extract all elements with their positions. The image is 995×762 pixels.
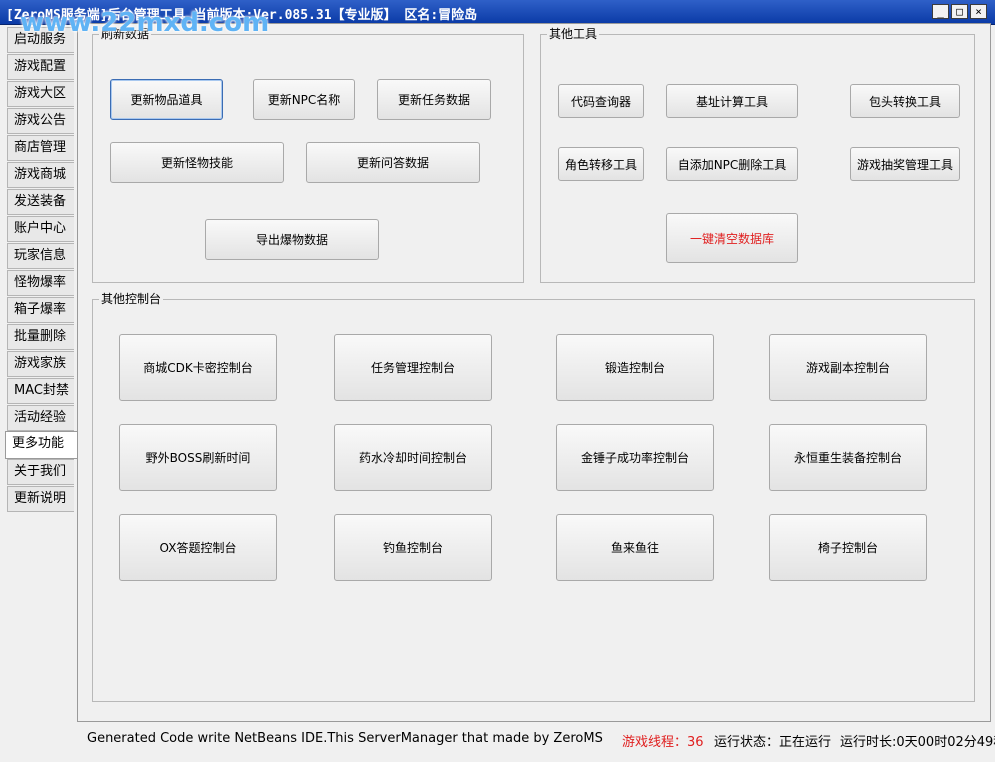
thread-count: 游戏线程：36	[622, 735, 704, 750]
consoles-group-label: 其他控制台	[99, 292, 164, 306]
tab-game-notice[interactable]: 游戏公告	[7, 108, 74, 134]
clear-database-button[interactable]: 一键清空数据库	[666, 213, 798, 263]
tab-mac-ban[interactable]: MAC封禁	[7, 378, 74, 404]
uptime: 运行时长:0天00时02分49秒	[840, 735, 995, 750]
watermark-logo: www.22mxd.com	[20, 8, 270, 38]
tab-game-mall[interactable]: 游戏商城	[7, 162, 74, 188]
cdk-console-button[interactable]: 商城CDK卡密控制台	[119, 334, 277, 401]
minimize-button[interactable]: _	[932, 4, 949, 19]
run-state: 运行状态：正在运行	[714, 735, 832, 750]
character-transfer-button[interactable]: 角色转移工具	[558, 147, 644, 181]
dungeon-console-button[interactable]: 游戏副本控制台	[769, 334, 927, 401]
tab-game-region[interactable]: 游戏大区	[7, 81, 74, 107]
chair-console-button[interactable]: 椅子控制台	[769, 514, 927, 581]
tab-more-features[interactable]: 更多功能	[5, 431, 77, 459]
fish-exchange-button[interactable]: 鱼来鱼往	[556, 514, 714, 581]
tab-account-center[interactable]: 账户中心	[7, 216, 74, 242]
custom-npc-delete-button[interactable]: 自添加NPC删除工具	[666, 147, 798, 181]
boss-refresh-button[interactable]: 野外BOSS刷新时间	[119, 424, 277, 491]
update-quest-data-button[interactable]: 更新任务数据	[377, 79, 491, 120]
tab-event-exp[interactable]: 活动经验	[7, 405, 74, 431]
packet-header-convert-button[interactable]: 包头转换工具	[850, 84, 960, 118]
generated-note: Generated Code write NetBeans IDE.This S…	[87, 731, 603, 746]
update-npc-names-button[interactable]: 更新NPC名称	[253, 79, 355, 120]
window-controls: _ □ ×	[932, 4, 987, 19]
tab-game-family[interactable]: 游戏家族	[7, 351, 74, 377]
tab-shop-manage[interactable]: 商店管理	[7, 135, 74, 161]
other-tools-group: 其他工具 代码查询器 基址计算工具 包头转换工具 角色转移工具 自添加NPC删除…	[540, 27, 975, 283]
tab-game-config[interactable]: 游戏配置	[7, 54, 74, 80]
tab-box-drop[interactable]: 箱子爆率	[7, 297, 74, 323]
tab-player-info[interactable]: 玩家信息	[7, 243, 74, 269]
fishing-console-button[interactable]: 钓鱼控制台	[334, 514, 492, 581]
close-button[interactable]: ×	[970, 4, 987, 19]
maximize-button[interactable]: □	[951, 4, 968, 19]
update-quiz-data-button[interactable]: 更新问答数据	[306, 142, 480, 183]
status-bar: Generated Code write NetBeans IDE.This S…	[0, 724, 995, 762]
tab-send-equip[interactable]: 发送装备	[7, 189, 74, 215]
quest-console-button[interactable]: 任务管理控制台	[334, 334, 492, 401]
other-tools-group-label: 其他工具	[547, 27, 600, 41]
golden-hammer-button[interactable]: 金锤子成功率控制台	[556, 424, 714, 491]
tab-monster-drop[interactable]: 怪物爆率	[7, 270, 74, 296]
data-update-group: 刷新数据 更新物品道具 更新NPC名称 更新任务数据 更新怪物技能 更新问答数据…	[92, 27, 524, 283]
tab-about-us[interactable]: 关于我们	[7, 459, 74, 485]
lottery-manager-button[interactable]: 游戏抽奖管理工具	[850, 147, 960, 181]
forge-console-button[interactable]: 锻造控制台	[556, 334, 714, 401]
side-tabs: 启动服务 游戏配置 游戏大区 游戏公告 商店管理 游戏商城 发送装备 账户中心 …	[0, 25, 77, 762]
code-lookup-button[interactable]: 代码查询器	[558, 84, 644, 118]
rebirth-equip-button[interactable]: 永恒重生装备控制台	[769, 424, 927, 491]
potion-cooldown-button[interactable]: 药水冷却时间控制台	[334, 424, 492, 491]
consoles-group: 其他控制台 商城CDK卡密控制台 任务管理控制台 锻造控制台 游戏副本控制台 野…	[92, 292, 975, 702]
update-monster-skills-button[interactable]: 更新怪物技能	[110, 142, 284, 183]
ox-quiz-button[interactable]: OX答题控制台	[119, 514, 277, 581]
update-items-button[interactable]: 更新物品道具	[110, 79, 223, 120]
export-drop-data-button[interactable]: 导出爆物数据	[205, 219, 379, 260]
tab-update-notes[interactable]: 更新说明	[7, 486, 74, 512]
content-panel: 刷新数据 更新物品道具 更新NPC名称 更新任务数据 更新怪物技能 更新问答数据…	[77, 23, 991, 722]
address-calc-button[interactable]: 基址计算工具	[666, 84, 798, 118]
tab-batch-delete[interactable]: 批量删除	[7, 324, 74, 350]
